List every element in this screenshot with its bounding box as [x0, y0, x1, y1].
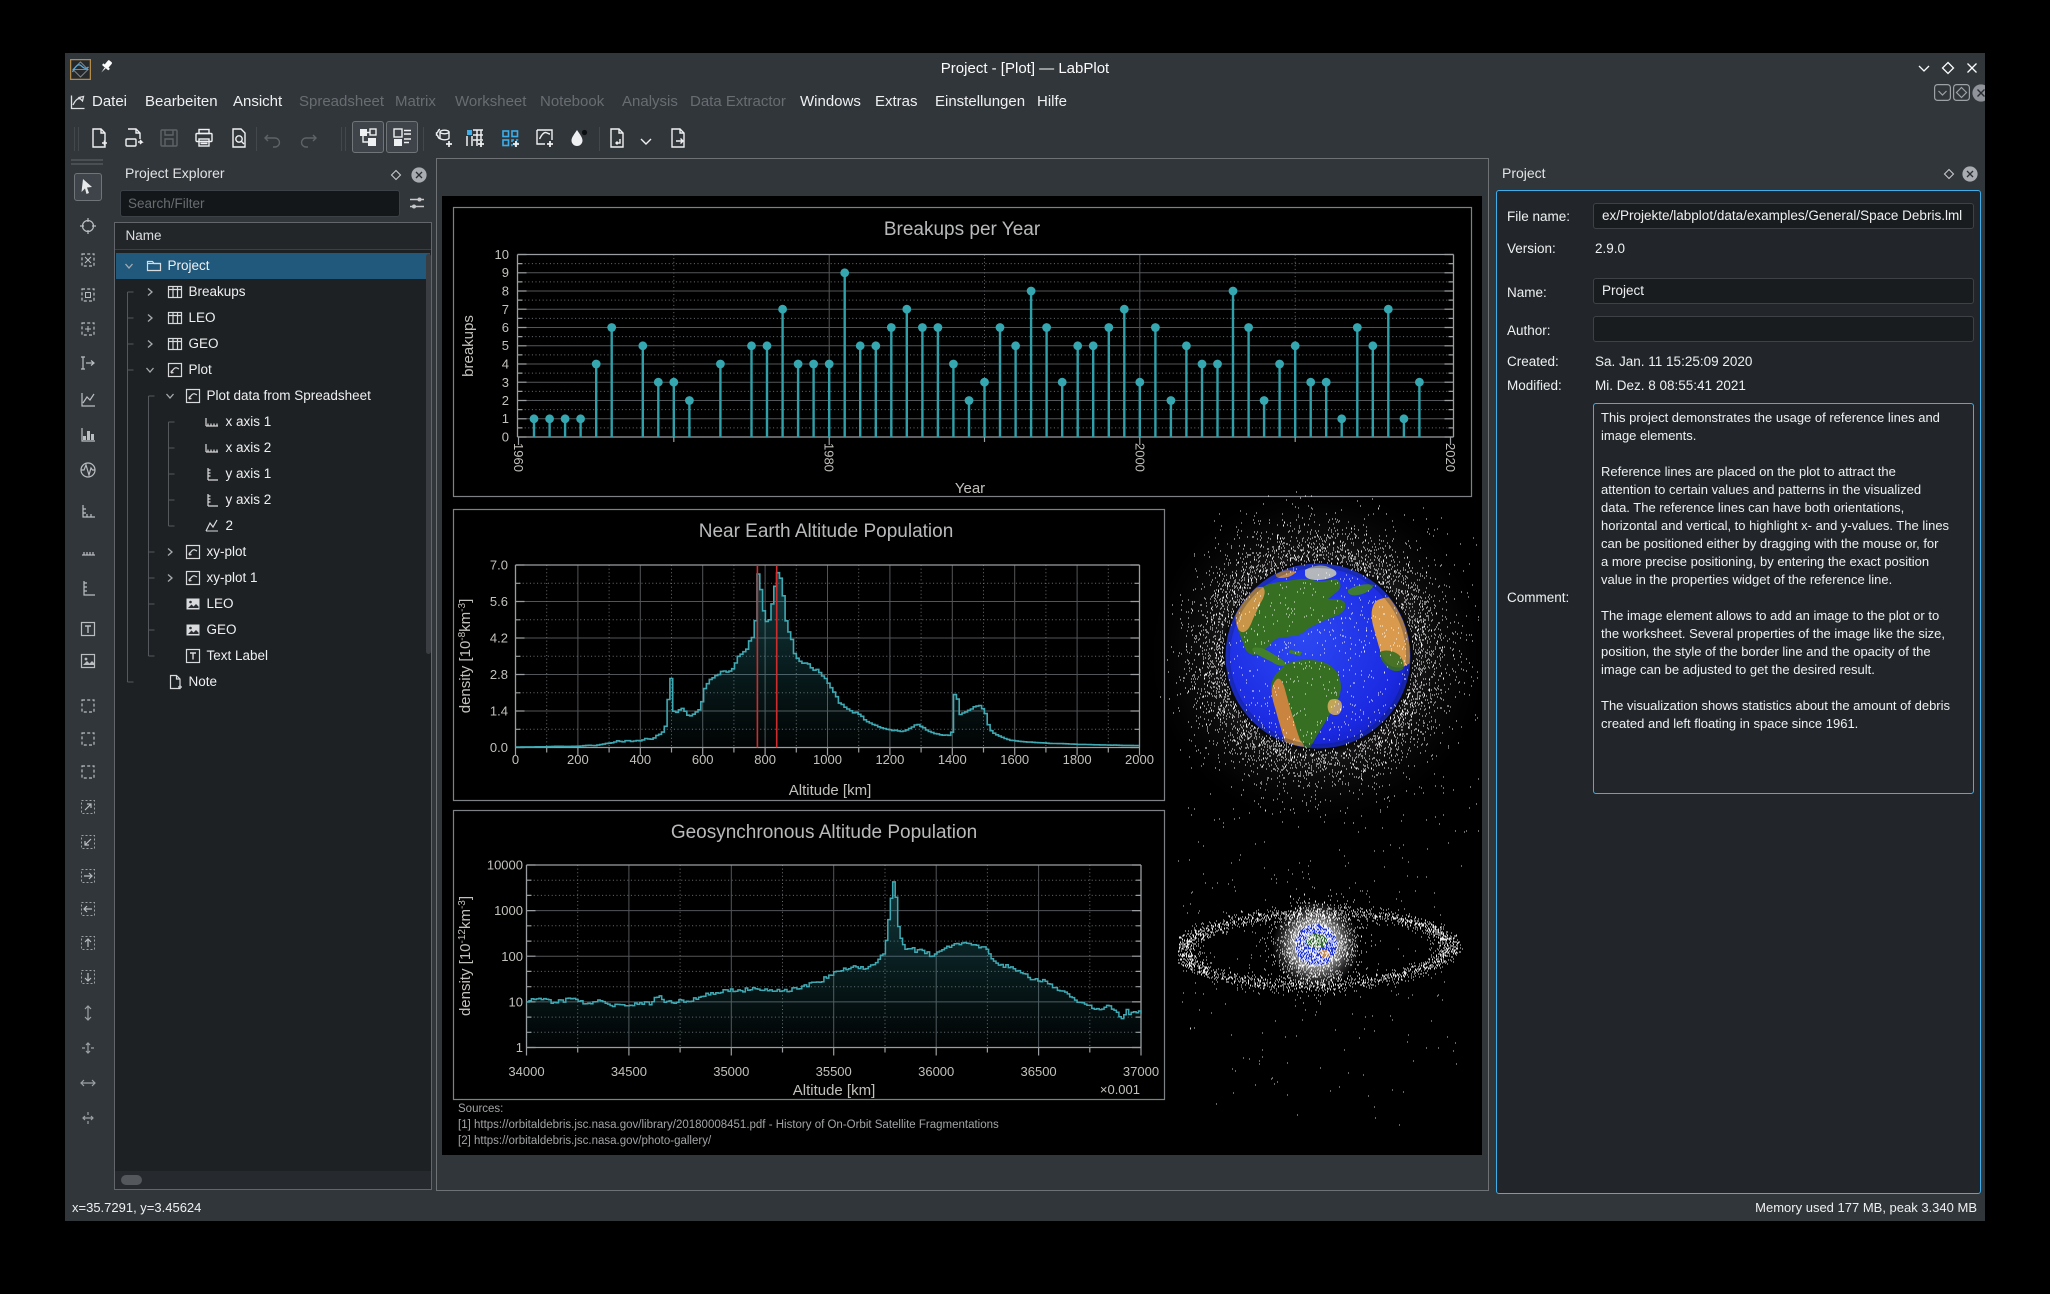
svg-text:4.2: 4.2: [490, 631, 508, 646]
svg-text:density [10-12km-3]: density [10-12km-3]: [457, 896, 475, 1016]
svg-text:1: 1: [516, 1040, 523, 1055]
svg-text:2: 2: [502, 393, 509, 408]
svg-text:Geosynchronous Altitude Popula: Geosynchronous Altitude Population: [671, 822, 977, 843]
svg-text:Altitude [km]: Altitude [km]: [793, 1082, 876, 1099]
svg-text:0: 0: [502, 430, 509, 445]
svg-text:Near Earth Altitude Population: Near Earth Altitude Population: [699, 521, 954, 542]
svg-text:100: 100: [501, 949, 523, 964]
svg-text:10: 10: [509, 994, 523, 1009]
svg-text:7.0: 7.0: [490, 558, 508, 573]
svg-text:[2] https://orbitaldebris.jsc.: [2] https://orbitaldebris.jsc.nasa.gov/p…: [458, 1135, 712, 1147]
svg-text:[1] https://orbitaldebris.jsc.: [1] https://orbitaldebris.jsc.nasa.gov/l…: [458, 1119, 999, 1131]
svg-text:Altitude [km]: Altitude [km]: [789, 782, 872, 799]
svg-text:9: 9: [502, 265, 509, 280]
svg-text:0.0: 0.0: [490, 740, 508, 755]
svg-text:5.6: 5.6: [490, 594, 508, 609]
svg-text:2000: 2000: [1132, 443, 1147, 472]
svg-text:35000: 35000: [713, 1064, 749, 1079]
svg-text:1000: 1000: [494, 903, 523, 918]
svg-text:×0.001: ×0.001: [1100, 1082, 1140, 1097]
svg-text:8: 8: [502, 284, 509, 299]
svg-text:2.8: 2.8: [490, 667, 508, 682]
svg-text:2020: 2020: [1443, 443, 1458, 472]
svg-text:1960: 1960: [511, 443, 526, 472]
svg-text:35500: 35500: [816, 1064, 852, 1079]
svg-text:1980: 1980: [822, 443, 837, 472]
svg-text:1.4: 1.4: [490, 704, 508, 719]
svg-text:10000: 10000: [487, 858, 523, 873]
svg-text:36500: 36500: [1021, 1064, 1057, 1079]
svg-text:10: 10: [495, 247, 509, 262]
svg-text:34000: 34000: [508, 1064, 544, 1079]
svg-text:Sources:: Sources:: [458, 1103, 503, 1115]
svg-text:Breakups per Year: Breakups per Year: [884, 219, 1041, 240]
svg-text:breakups: breakups: [460, 315, 477, 377]
svg-text:7: 7: [502, 302, 509, 317]
svg-text:34500: 34500: [611, 1064, 647, 1079]
svg-text:5: 5: [502, 338, 509, 353]
svg-text:density [10-8km-3]: density [10-8km-3]: [457, 599, 475, 714]
svg-text:1: 1: [502, 411, 509, 426]
svg-text:3: 3: [502, 375, 509, 390]
svg-text:37000: 37000: [1123, 1064, 1159, 1079]
svg-text:4: 4: [502, 357, 509, 372]
svg-text:Year: Year: [955, 480, 985, 497]
svg-text:6: 6: [502, 320, 509, 335]
svg-text:36000: 36000: [918, 1064, 954, 1079]
